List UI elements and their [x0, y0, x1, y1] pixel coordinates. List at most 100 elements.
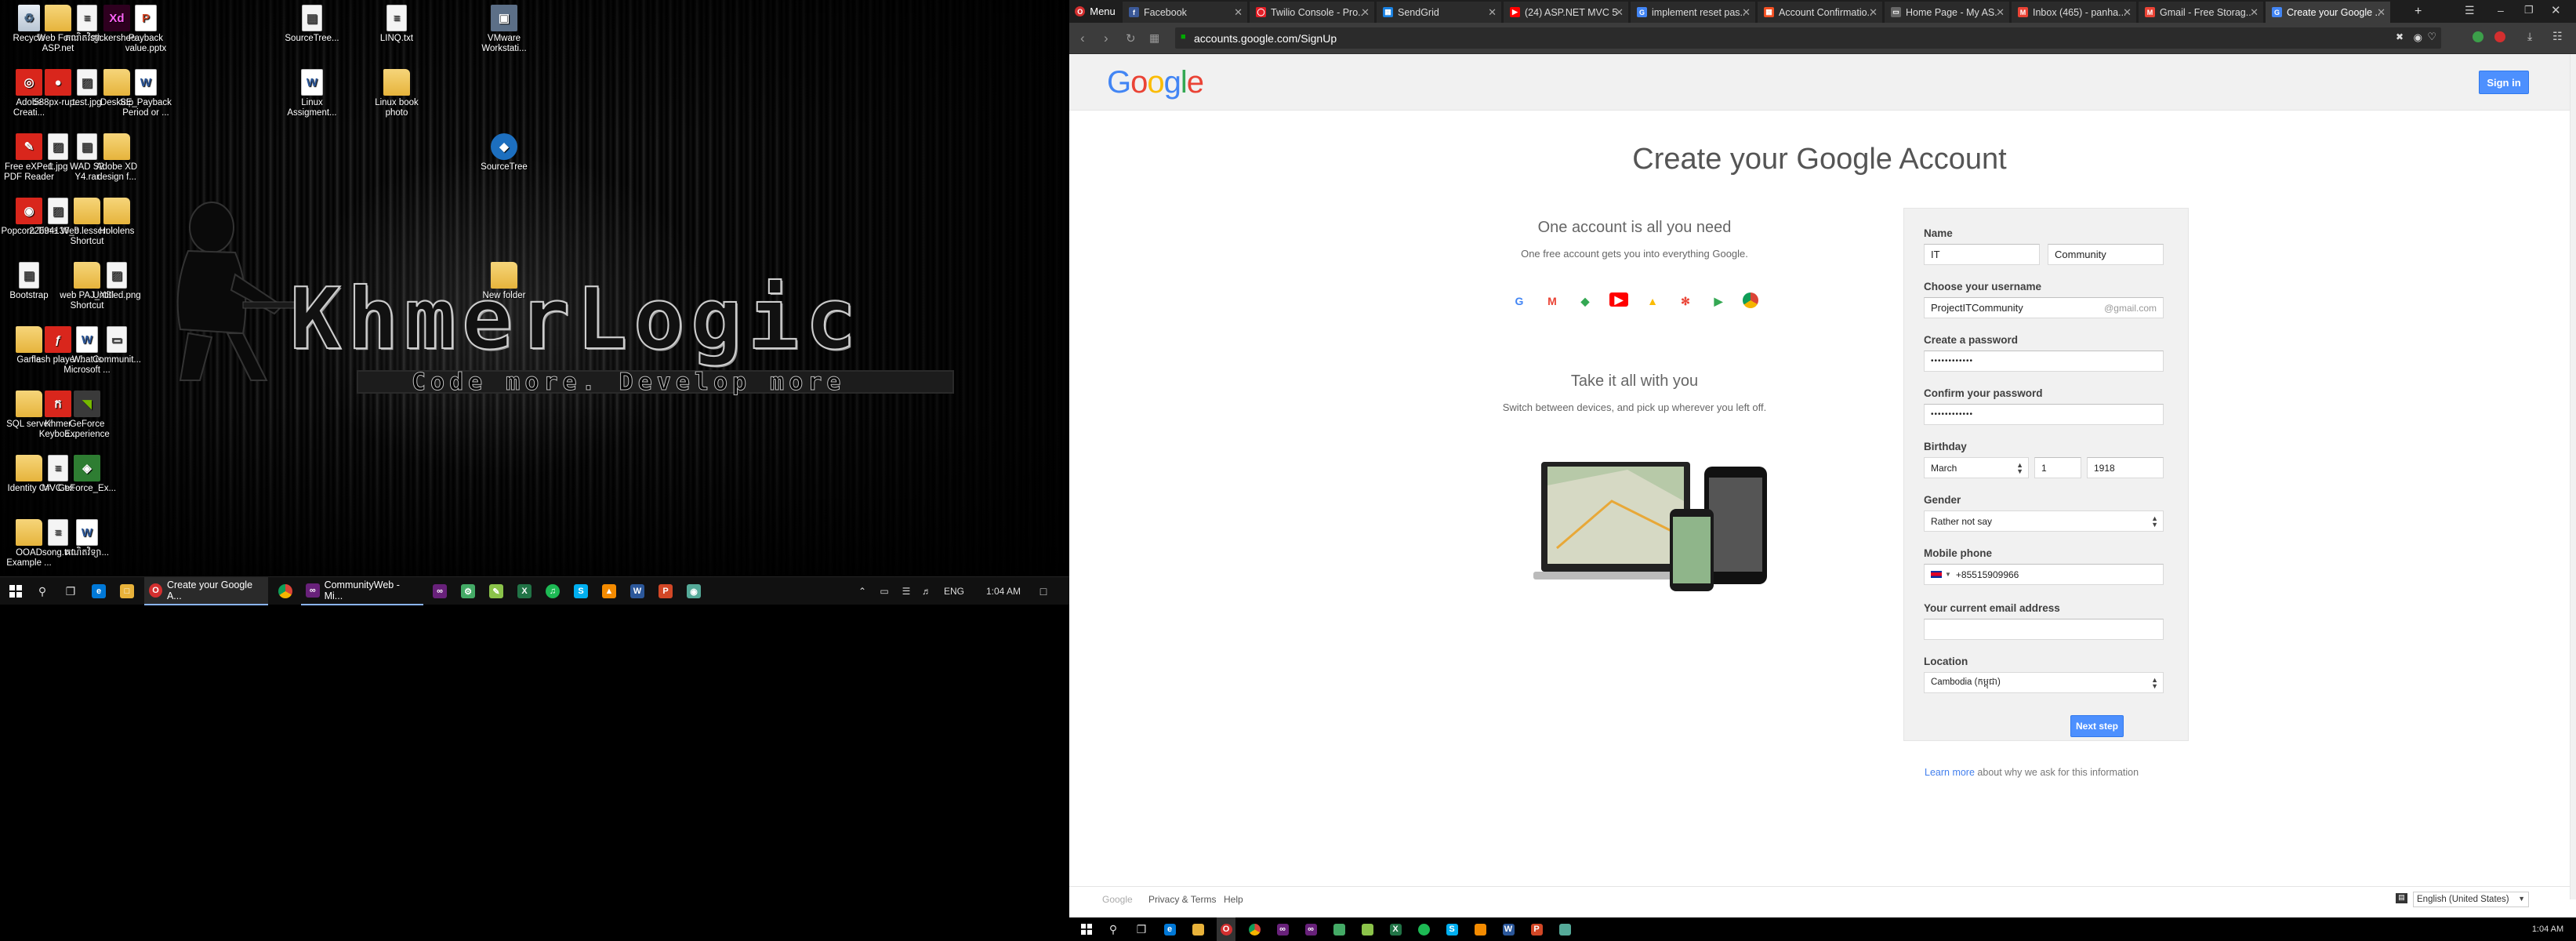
- desktop-icon[interactable]: ▨ Untitled.png: [87, 262, 147, 301]
- spotify-icon[interactable]: ♫: [542, 577, 563, 605]
- last-name-input[interactable]: Community: [2048, 244, 2164, 265]
- bookmark-heart-icon[interactable]: ♡: [2427, 31, 2436, 43]
- word-icon[interactable]: W: [627, 577, 648, 605]
- tab-close-icon[interactable]: ✕: [1234, 6, 1243, 19]
- language-select[interactable]: English (United States) ▼: [2413, 892, 2529, 907]
- desktop-icon[interactable]: W SE_Payback Period or ...: [116, 69, 176, 118]
- app-icon[interactable]: [1555, 917, 1574, 941]
- gender-select[interactable]: Rather not say ▲ ▼: [1924, 510, 2164, 532]
- notepad-icon[interactable]: [1358, 917, 1377, 941]
- excel-icon[interactable]: X: [514, 577, 535, 605]
- tool-icon[interactable]: ⚙: [458, 577, 478, 605]
- network-icon[interactable]: ☰: [898, 577, 914, 605]
- volume-icon[interactable]: ♬: [919, 577, 934, 605]
- location-select[interactable]: Cambodia (កម្ពុជា) ▲ ▼: [1924, 672, 2164, 693]
- excel-icon[interactable]: X: [1386, 917, 1405, 941]
- desktop-icon[interactable]: Adobe XD design f...: [87, 133, 147, 183]
- taskbar-vs-task[interactable]: ∞ CommunityWeb - Mi...: [301, 577, 423, 605]
- start-button[interactable]: [1077, 917, 1096, 941]
- sign-in-button[interactable]: Sign in: [2479, 71, 2529, 94]
- desktop-icon[interactable]: ▣ VMware Workstati...: [474, 5, 534, 54]
- visual-studio-icon[interactable]: ∞: [1273, 917, 1292, 941]
- tool-icon[interactable]: [1330, 917, 1348, 941]
- search-icon[interactable]: ⚲: [31, 577, 53, 605]
- file-explorer-icon[interactable]: □: [116, 577, 138, 605]
- tab-close-icon[interactable]: ✕: [1488, 6, 1497, 19]
- desktop-icon[interactable]: Linux book photo: [367, 69, 426, 118]
- taskbar-opera-task[interactable]: O Create your Google A...: [144, 577, 268, 605]
- camera-icon[interactable]: ◉: [2414, 31, 2422, 44]
- extension-red-icon[interactable]: [2494, 31, 2505, 42]
- download-icon[interactable]: ⤓: [2527, 30, 2532, 43]
- vlc-icon[interactable]: ▲: [599, 577, 619, 605]
- tray-chevron-icon[interactable]: ⌃: [854, 577, 870, 605]
- desktop-icon[interactable]: ◆ SourceTree: [474, 133, 534, 173]
- close-window-icon[interactable]: ✕: [2551, 3, 2561, 17]
- confirm-password-input[interactable]: ••••••••••••: [1924, 404, 2164, 425]
- learn-more-link[interactable]: Learn more: [1925, 767, 1975, 778]
- desktop-icon[interactable]: ≡ LINQ.txt: [367, 5, 426, 44]
- vs-icon[interactable]: ∞: [1301, 917, 1320, 941]
- browser-tab[interactable]: Gimplement reset pas... ✕: [1631, 2, 1756, 23]
- reload-icon[interactable]: ↻: [1126, 31, 1136, 45]
- speed-dial-icon[interactable]: ▦: [1149, 31, 1159, 45]
- extension-check-icon[interactable]: [2473, 31, 2483, 42]
- desktop-icon[interactable]: ◥ GeForce Experience: [57, 391, 117, 440]
- birth-year-input[interactable]: 1918: [2087, 457, 2164, 478]
- desktop-icon[interactable]: ▤ Bootstrap: [0, 262, 59, 301]
- language-indicator[interactable]: ENG: [941, 577, 967, 605]
- edge-icon[interactable]: e: [1160, 917, 1179, 941]
- birth-month-select[interactable]: March ▲ ▼: [1924, 457, 2029, 478]
- desktop-icon[interactable]: W Linux Assigment...: [282, 69, 342, 118]
- footer-help-link[interactable]: Help: [1224, 894, 1243, 905]
- footer-privacy-link[interactable]: Privacy & Terms: [1148, 894, 1216, 905]
- skype-icon[interactable]: S: [571, 577, 591, 605]
- browser-tab[interactable]: ▭ Home Page - My AS... ✕: [1885, 2, 2010, 23]
- file-explorer-icon[interactable]: [1188, 917, 1207, 941]
- browser-tab[interactable]: G Create your Google ... ✕: [2266, 2, 2391, 23]
- easy-setup-icon[interactable]: ☷: [2552, 30, 2563, 43]
- browser-tab[interactable]: f Facebook ✕: [1123, 2, 1248, 23]
- vs-icon[interactable]: ∞: [430, 577, 450, 605]
- desktop-icon[interactable]: Hololens: [87, 198, 147, 237]
- battery-icon[interactable]: ▭: [876, 577, 892, 605]
- browser-tab[interactable]: ◯ Twilio Console - Pro... ✕: [1250, 2, 1375, 23]
- desktop-icon[interactable]: ▭ Communit...: [87, 326, 147, 365]
- edge-icon[interactable]: e: [88, 577, 110, 605]
- desktop-icon[interactable]: W គណិតវិទ្យា...: [57, 519, 117, 558]
- desktop-icon[interactable]: ▦ SourceTree...: [282, 5, 342, 44]
- spotify-icon[interactable]: [1414, 917, 1433, 941]
- powerpoint-icon[interactable]: P: [655, 577, 676, 605]
- notifications-icon[interactable]: □: [1033, 577, 1054, 605]
- vlc-icon[interactable]: [1471, 917, 1489, 941]
- url-input[interactable]: ■ accounts.google.com/SignUp ✖ ◉ ♡: [1175, 27, 2441, 49]
- new-tab-button[interactable]: +: [2415, 5, 2422, 19]
- app-icon[interactable]: ◉: [684, 577, 704, 605]
- task-view-icon[interactable]: ❐: [60, 577, 82, 605]
- tab-close-icon[interactable]: ✕: [1615, 6, 1624, 19]
- tab-close-icon[interactable]: ✕: [1742, 6, 1751, 19]
- tab-close-icon[interactable]: ✕: [2250, 6, 2259, 19]
- start-button[interactable]: [5, 577, 27, 605]
- chrome-icon[interactable]: [274, 577, 296, 605]
- tab-close-icon[interactable]: ✕: [1869, 6, 1878, 19]
- tab-menu-icon[interactable]: ☰: [2465, 4, 2475, 17]
- taskbar-clock[interactable]: 1:04 AM: [980, 577, 1027, 605]
- footer-google-link[interactable]: Google: [1102, 894, 1133, 905]
- first-name-input[interactable]: IT: [1924, 244, 2040, 265]
- forward-icon[interactable]: ›: [1104, 31, 1108, 46]
- next-step-button[interactable]: Next step: [2070, 715, 2124, 737]
- desktop-icon[interactable]: P Payback value.pptx: [116, 5, 176, 54]
- tab-close-icon[interactable]: ✕: [2377, 6, 2386, 19]
- browser-tab[interactable]: ▦ Account Confirmatio... ✕: [1758, 2, 1883, 23]
- adblock-icon[interactable]: ✖: [2396, 31, 2404, 42]
- country-dropdown-icon[interactable]: ▼: [1945, 571, 1951, 578]
- desktop-icon[interactable]: New folder: [474, 262, 534, 301]
- username-input[interactable]: ProjectITCommunity @gmail.com: [1924, 297, 2164, 318]
- task-view-icon[interactable]: ❐: [1132, 917, 1151, 941]
- word-icon[interactable]: W: [1499, 917, 1518, 941]
- minimize-icon[interactable]: –: [2498, 4, 2504, 16]
- browser-tab[interactable]: M Gmail - Free Storag... ✕: [2139, 2, 2264, 23]
- chrome-icon[interactable]: [1245, 917, 1264, 941]
- opera-menu-button[interactable]: O Menu: [1069, 0, 1121, 23]
